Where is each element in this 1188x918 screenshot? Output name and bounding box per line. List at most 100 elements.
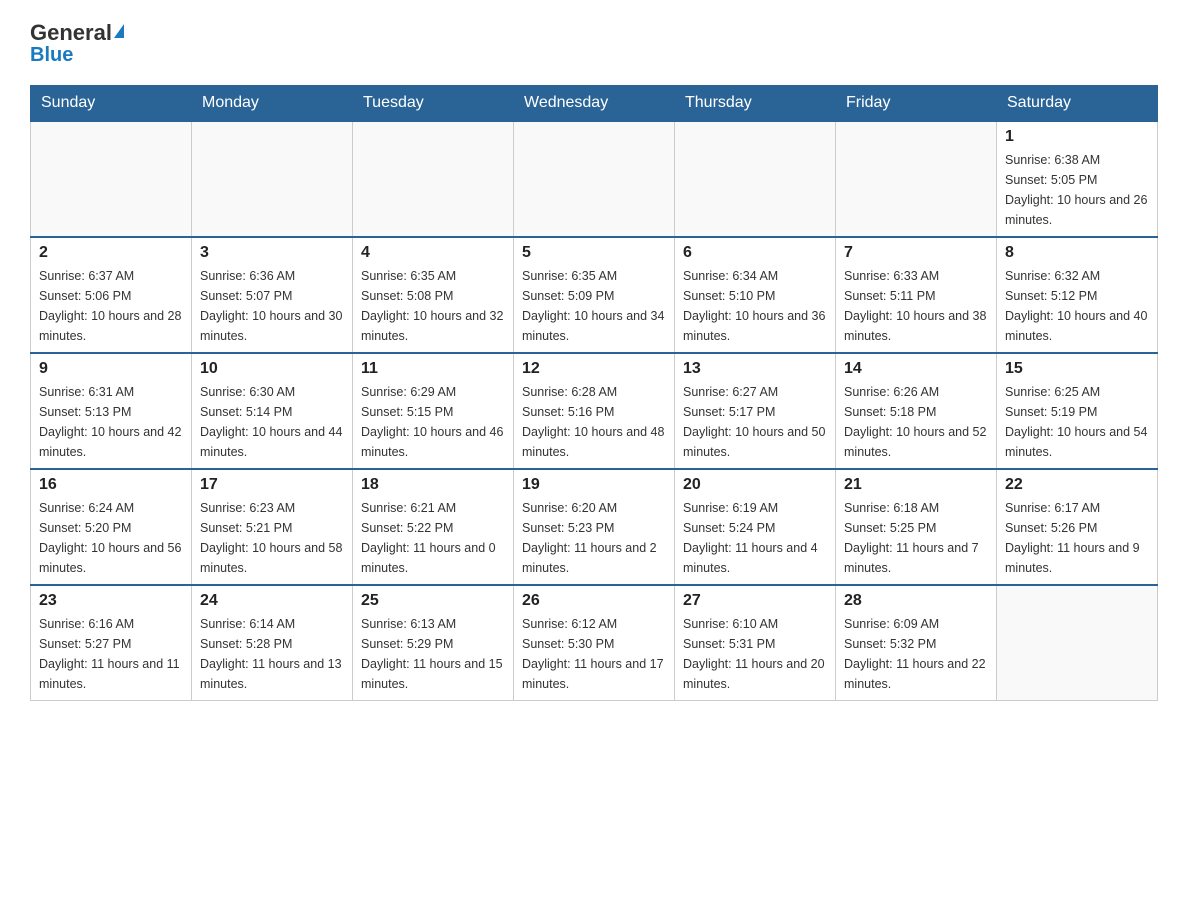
logo-blue-text: Blue bbox=[30, 44, 73, 67]
day-info: Sunrise: 6:12 AMSunset: 5:30 PMDaylight:… bbox=[522, 614, 666, 694]
day-info: Sunrise: 6:24 AMSunset: 5:20 PMDaylight:… bbox=[39, 498, 183, 578]
day-number: 21 bbox=[844, 476, 988, 494]
day-number: 23 bbox=[39, 592, 183, 610]
calendar-cell: 6 Sunrise: 6:34 AMSunset: 5:10 PMDaylight… bbox=[675, 237, 836, 353]
day-number: 18 bbox=[361, 476, 505, 494]
logo: General Blue bbox=[30, 20, 124, 67]
day-of-week-header: Thursday bbox=[675, 86, 836, 122]
day-number: 16 bbox=[39, 476, 183, 494]
calendar-cell: 21 Sunrise: 6:18 AMSunset: 5:25 PMDayligh… bbox=[836, 469, 997, 585]
week-row: 1 Sunrise: 6:38 AMSunset: 5:05 PMDaylight… bbox=[31, 121, 1158, 237]
day-number: 1 bbox=[1005, 128, 1149, 146]
day-of-week-header: Friday bbox=[836, 86, 997, 122]
day-number: 12 bbox=[522, 360, 666, 378]
day-number: 11 bbox=[361, 360, 505, 378]
day-of-week-header: Monday bbox=[192, 86, 353, 122]
week-row: 16 Sunrise: 6:24 AMSunset: 5:20 PMDayligh… bbox=[31, 469, 1158, 585]
day-number: 4 bbox=[361, 244, 505, 262]
calendar-cell: 22 Sunrise: 6:17 AMSunset: 5:26 PMDayligh… bbox=[997, 469, 1158, 585]
day-info: Sunrise: 6:23 AMSunset: 5:21 PMDaylight:… bbox=[200, 498, 344, 578]
day-of-week-header: Saturday bbox=[997, 86, 1158, 122]
calendar-cell: 26 Sunrise: 6:12 AMSunset: 5:30 PMDayligh… bbox=[514, 585, 675, 701]
logo-general-text: General bbox=[30, 20, 112, 46]
calendar-cell bbox=[353, 121, 514, 237]
calendar-cell bbox=[997, 585, 1158, 701]
calendar-table: SundayMondayTuesdayWednesdayThursdayFrid… bbox=[30, 85, 1158, 701]
calendar-cell: 12 Sunrise: 6:28 AMSunset: 5:16 PMDayligh… bbox=[514, 353, 675, 469]
day-number: 3 bbox=[200, 244, 344, 262]
day-number: 2 bbox=[39, 244, 183, 262]
calendar-cell: 13Sunrise: 6:27 AMSunset: 5:17 PMDayligh… bbox=[675, 353, 836, 469]
day-info: Sunrise: 6:21 AMSunset: 5:22 PMDaylight:… bbox=[361, 498, 505, 578]
day-info: Sunrise: 6:09 AMSunset: 5:32 PMDaylight:… bbox=[844, 614, 988, 694]
day-info: Sunrise: 6:10 AMSunset: 5:31 PMDaylight:… bbox=[683, 614, 827, 694]
day-info: Sunrise: 6:30 AMSunset: 5:14 PMDaylight:… bbox=[200, 382, 344, 462]
logo-triangle-icon bbox=[114, 24, 124, 38]
day-info: Sunrise: 6:13 AMSunset: 5:29 PMDaylight:… bbox=[361, 614, 505, 694]
day-number: 14 bbox=[844, 360, 988, 378]
calendar-cell: 15 Sunrise: 6:25 AMSunset: 5:19 PMDayligh… bbox=[997, 353, 1158, 469]
day-number: 19 bbox=[522, 476, 666, 494]
calendar-cell bbox=[192, 121, 353, 237]
calendar-cell: 16 Sunrise: 6:24 AMSunset: 5:20 PMDayligh… bbox=[31, 469, 192, 585]
day-info: Sunrise: 6:14 AMSunset: 5:28 PMDaylight:… bbox=[200, 614, 344, 694]
week-row: 9Sunrise: 6:31 AMSunset: 5:13 PMDaylight… bbox=[31, 353, 1158, 469]
day-info: Sunrise: 6:35 AMSunset: 5:08 PMDaylight:… bbox=[361, 266, 505, 346]
calendar-cell bbox=[31, 121, 192, 237]
calendar-cell: 11 Sunrise: 6:29 AMSunset: 5:15 PMDayligh… bbox=[353, 353, 514, 469]
day-info: Sunrise: 6:35 AMSunset: 5:09 PMDaylight:… bbox=[522, 266, 666, 346]
day-info: Sunrise: 6:38 AMSunset: 5:05 PMDaylight:… bbox=[1005, 150, 1149, 230]
calendar-cell bbox=[675, 121, 836, 237]
day-info: Sunrise: 6:25 AMSunset: 5:19 PMDaylight:… bbox=[1005, 382, 1149, 462]
day-number: 5 bbox=[522, 244, 666, 262]
calendar-cell: 18 Sunrise: 6:21 AMSunset: 5:22 PMDayligh… bbox=[353, 469, 514, 585]
week-row: 2Sunrise: 6:37 AMSunset: 5:06 PMDaylight… bbox=[31, 237, 1158, 353]
day-info: Sunrise: 6:31 AMSunset: 5:13 PMDaylight:… bbox=[39, 382, 183, 462]
day-info: Sunrise: 6:28 AMSunset: 5:16 PMDaylight:… bbox=[522, 382, 666, 462]
day-number: 27 bbox=[683, 592, 827, 610]
day-number: 28 bbox=[844, 592, 988, 610]
calendar-cell bbox=[514, 121, 675, 237]
day-info: Sunrise: 6:17 AMSunset: 5:26 PMDaylight:… bbox=[1005, 498, 1149, 578]
day-info: Sunrise: 6:20 AMSunset: 5:23 PMDaylight:… bbox=[522, 498, 666, 578]
day-number: 26 bbox=[522, 592, 666, 610]
calendar-cell: 19 Sunrise: 6:20 AMSunset: 5:23 PMDayligh… bbox=[514, 469, 675, 585]
calendar-cell: 3 Sunrise: 6:36 AMSunset: 5:07 PMDaylight… bbox=[192, 237, 353, 353]
week-row: 23Sunrise: 6:16 AMSunset: 5:27 PMDayligh… bbox=[31, 585, 1158, 701]
day-number: 13 bbox=[683, 360, 827, 378]
day-info: Sunrise: 6:34 AMSunset: 5:10 PMDaylight:… bbox=[683, 266, 827, 346]
day-number: 24 bbox=[200, 592, 344, 610]
calendar-cell: 20 Sunrise: 6:19 AMSunset: 5:24 PMDayligh… bbox=[675, 469, 836, 585]
day-of-week-header: Tuesday bbox=[353, 86, 514, 122]
day-number: 25 bbox=[361, 592, 505, 610]
calendar-cell: 9Sunrise: 6:31 AMSunset: 5:13 PMDaylight… bbox=[31, 353, 192, 469]
calendar-cell: 8Sunrise: 6:32 AMSunset: 5:12 PMDaylight… bbox=[997, 237, 1158, 353]
calendar-header-row: SundayMondayTuesdayWednesdayThursdayFrid… bbox=[31, 86, 1158, 122]
calendar-cell bbox=[836, 121, 997, 237]
calendar-cell: 4 Sunrise: 6:35 AMSunset: 5:08 PMDaylight… bbox=[353, 237, 514, 353]
calendar-cell: 27 Sunrise: 6:10 AMSunset: 5:31 PMDayligh… bbox=[675, 585, 836, 701]
day-of-week-header: Wednesday bbox=[514, 86, 675, 122]
calendar-cell: 1 Sunrise: 6:38 AMSunset: 5:05 PMDaylight… bbox=[997, 121, 1158, 237]
day-number: 7 bbox=[844, 244, 988, 262]
calendar-cell: 5 Sunrise: 6:35 AMSunset: 5:09 PMDaylight… bbox=[514, 237, 675, 353]
calendar-cell: 25 Sunrise: 6:13 AMSunset: 5:29 PMDayligh… bbox=[353, 585, 514, 701]
day-number: 17 bbox=[200, 476, 344, 494]
day-number: 15 bbox=[1005, 360, 1149, 378]
day-info: Sunrise: 6:18 AMSunset: 5:25 PMDaylight:… bbox=[844, 498, 988, 578]
calendar-cell: 17 Sunrise: 6:23 AMSunset: 5:21 PMDayligh… bbox=[192, 469, 353, 585]
day-info: Sunrise: 6:29 AMSunset: 5:15 PMDaylight:… bbox=[361, 382, 505, 462]
day-of-week-header: Sunday bbox=[31, 86, 192, 122]
day-info: Sunrise: 6:19 AMSunset: 5:24 PMDaylight:… bbox=[683, 498, 827, 578]
day-number: 8 bbox=[1005, 244, 1149, 262]
calendar-cell: 10Sunrise: 6:30 AMSunset: 5:14 PMDayligh… bbox=[192, 353, 353, 469]
day-number: 20 bbox=[683, 476, 827, 494]
calendar-cell: 28 Sunrise: 6:09 AMSunset: 5:32 PMDayligh… bbox=[836, 585, 997, 701]
day-info: Sunrise: 6:33 AMSunset: 5:11 PMDaylight:… bbox=[844, 266, 988, 346]
day-info: Sunrise: 6:36 AMSunset: 5:07 PMDaylight:… bbox=[200, 266, 344, 346]
day-number: 22 bbox=[1005, 476, 1149, 494]
calendar-cell: 23Sunrise: 6:16 AMSunset: 5:27 PMDayligh… bbox=[31, 585, 192, 701]
day-number: 6 bbox=[683, 244, 827, 262]
calendar-cell: 14Sunrise: 6:26 AMSunset: 5:18 PMDayligh… bbox=[836, 353, 997, 469]
page-header: General Blue bbox=[30, 20, 1158, 67]
